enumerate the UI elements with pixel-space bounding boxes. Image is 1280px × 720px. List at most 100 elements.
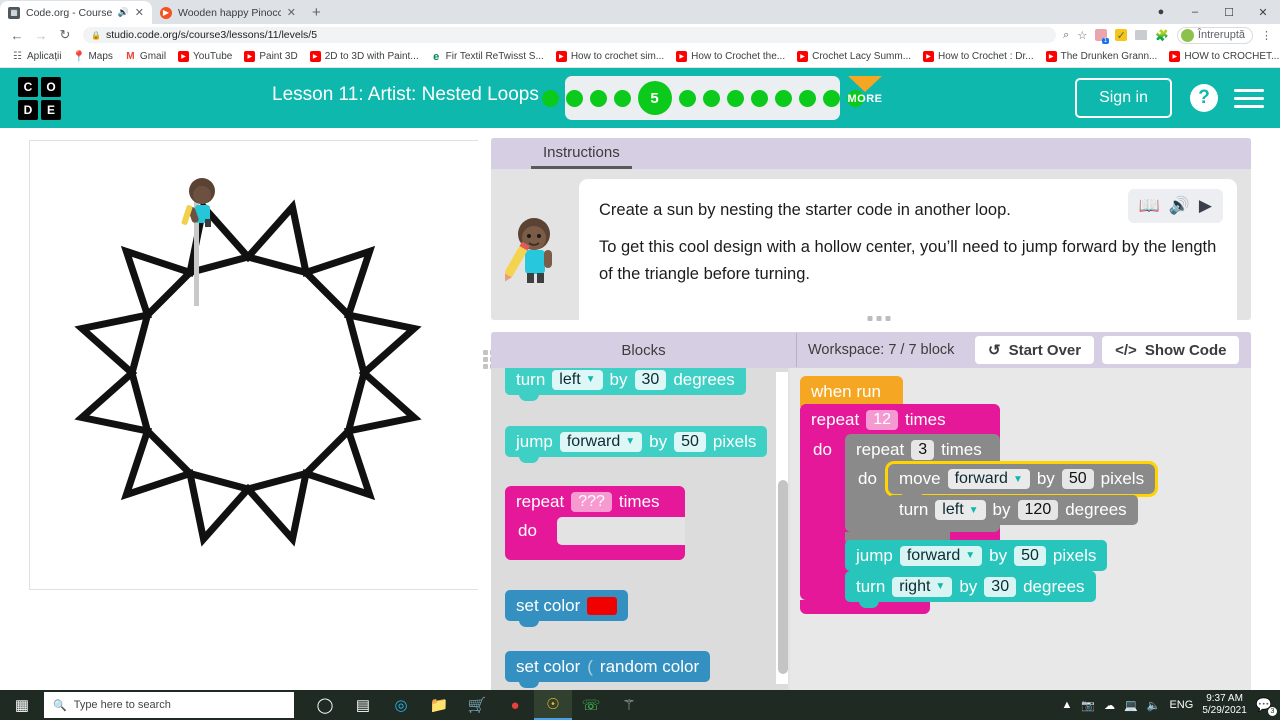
unknown-app-icon[interactable]: ⚚ — [610, 690, 648, 720]
field-repeat-count-inner[interactable]: 3 — [911, 439, 935, 460]
bookmark-item[interactable]: ☷ Aplicații — [6, 51, 67, 62]
browser-tab-inactive[interactable]: ▶ Wooden happy Pinocchio | Maria ✕ — [152, 1, 304, 24]
task-view-icon[interactable]: ▤ — [344, 690, 382, 720]
field-degrees[interactable]: 30 — [634, 369, 667, 390]
windows-start-icon[interactable]: ▦ — [0, 696, 44, 714]
bookmark-item[interactable]: HOW to CROCHET... — [1163, 51, 1280, 62]
tab-instructions[interactable]: Instructions — [531, 144, 632, 169]
extension-icon-2[interactable]: ✓ — [1115, 29, 1128, 42]
chrome-icon[interactable]: ☉ — [534, 690, 572, 720]
bookmark-item[interactable]: How to Crochet : Dr... — [917, 51, 1040, 62]
opera-icon[interactable]: ● — [496, 690, 534, 720]
bookmark-item[interactable]: 2D to 3D with Paint... — [304, 51, 425, 62]
level-bubble-7[interactable] — [702, 89, 720, 107]
taskbar-clock[interactable]: 9:37 AM 5/29/2021 — [1202, 693, 1247, 718]
speaker-icon[interactable]: 🔊 — [1169, 196, 1190, 216]
palette-block-set-color-random[interactable]: set color ( random color — [505, 651, 711, 688]
palette-block-set-color[interactable]: set color — [505, 590, 629, 627]
profile-chip[interactable]: Întreruptă — [1176, 26, 1253, 44]
palette-scrollbar-thumb[interactable] — [778, 480, 788, 674]
bookmark-item[interactable]: 📍 Maps — [67, 51, 118, 63]
action-center-icon[interactable]: 💬 3 — [1256, 697, 1277, 716]
bookmark-star-icon[interactable]: ☆ — [1077, 29, 1087, 42]
level-bubble-1[interactable] — [541, 89, 559, 107]
start-over-button[interactable]: ↺ Start Over — [975, 336, 1095, 364]
show-code-button[interactable]: </> Show Code — [1102, 336, 1240, 364]
zoom-icon[interactable]: ⌕ — [1063, 29, 1069, 42]
field-pixels[interactable]: 50 — [1061, 469, 1094, 489]
artist-canvas[interactable] — [29, 140, 479, 590]
extension-icon-3[interactable] — [1135, 30, 1148, 40]
mute-icon[interactable]: 🔊 — [118, 7, 129, 18]
reload-icon[interactable]: ↻ — [54, 27, 76, 43]
dropdown-direction[interactable]: right ▼ — [892, 576, 953, 597]
palette-block-jump-forward[interactable]: jump forward ▼ by 50 pixels — [505, 426, 768, 463]
cortana-icon[interactable]: ◯ — [306, 690, 344, 720]
repeat-slot[interactable] — [557, 517, 685, 545]
color-swatch[interactable] — [587, 596, 618, 615]
level-bubble-3[interactable] — [589, 89, 607, 107]
field-pixels[interactable]: 50 — [674, 431, 706, 452]
block-move-forward[interactable]: move forward ▼ by 50 pixels — [884, 461, 1159, 500]
close-icon[interactable]: ✕ — [135, 6, 144, 19]
field-repeat-count-outer[interactable]: 12 — [866, 409, 898, 430]
level-bubble-current[interactable]: 5 — [637, 81, 672, 115]
microsoft-store-icon[interactable]: 🛒 — [458, 690, 496, 720]
field-degrees[interactable]: 30 — [984, 576, 1017, 597]
level-bubble-2[interactable] — [565, 89, 583, 107]
edge-icon[interactable]: ◎ — [382, 690, 420, 720]
level-bubble-6[interactable] — [678, 89, 696, 107]
maximize-button[interactable]: ☐ — [1212, 6, 1246, 19]
field-pixels[interactable]: 50 — [1014, 545, 1046, 566]
bookmark-item[interactable]: YouTube — [172, 51, 238, 62]
palette-block-repeat[interactable]: repeat ??? times do — [505, 486, 685, 560]
level-bubble-11[interactable] — [798, 89, 816, 107]
volume-icon[interactable]: 🔈 — [1147, 699, 1161, 712]
palette-block-turn-left[interactable]: turn left ▼ by 30 degrees — [505, 368, 746, 401]
onedrive-icon[interactable]: ☁ — [1104, 699, 1115, 712]
block-turn-right[interactable]: turn right ▼ by 30 degrees — [845, 571, 1096, 608]
profile-dot-icon[interactable]: ● — [1144, 6, 1178, 18]
address-bar[interactable]: 🔒 studio.code.org/s/course3/lessons/11/l… — [83, 27, 1057, 43]
level-bubble-8[interactable] — [726, 89, 744, 107]
dropdown-direction[interactable]: left ▼ — [935, 500, 986, 520]
dropdown-direction[interactable]: forward ▼ — [947, 469, 1030, 489]
block-jump-forward[interactable]: jump forward ▼ by 50 pixels — [845, 540, 1108, 577]
network-icon[interactable]: 💻 — [1124, 699, 1138, 712]
dropdown-direction[interactable]: forward ▼ — [899, 545, 983, 566]
play-icon[interactable]: ▶ — [1199, 196, 1212, 216]
level-bubble-9[interactable] — [750, 89, 768, 107]
read-aloud-icon[interactable]: 📖 — [1139, 196, 1160, 216]
block-turn-left[interactable]: turn left ▼ by 120 degrees — [888, 495, 1138, 531]
bookmark-item[interactable]: Crochet Lacy Summ... — [791, 51, 917, 62]
bookmark-item[interactable]: e Fir Textil ReTwisst S... — [425, 51, 550, 63]
program-workspace[interactable]: when run repeat 12 times do repeat 3 tim… — [790, 368, 1251, 690]
close-icon[interactable]: ✕ — [287, 6, 296, 19]
bookmark-item[interactable]: The Drunken Grann... — [1040, 51, 1164, 62]
bookmark-item[interactable]: Paint 3D — [238, 51, 303, 62]
minimize-button[interactable]: – — [1178, 6, 1212, 18]
whatsapp-icon[interactable]: ☏ — [572, 690, 610, 720]
bookmark-item[interactable]: M Gmail — [119, 51, 172, 62]
dropdown-direction[interactable]: left ▼ — [552, 369, 603, 390]
field-degrees[interactable]: 120 — [1017, 500, 1059, 520]
level-bubble-4[interactable] — [613, 89, 631, 107]
chrome-menu-icon[interactable]: ⋮ — [1261, 29, 1272, 42]
new-tab-button[interactable]: + — [304, 1, 329, 24]
close-window-button[interactable]: ✕ — [1246, 6, 1280, 19]
more-levels-button[interactable]: MORE — [845, 76, 885, 105]
file-explorer-icon[interactable]: 📁 — [420, 690, 458, 720]
codeorg-logo[interactable]: C O D E — [18, 76, 61, 120]
panel-resize-dots-icon[interactable] — [867, 316, 891, 321]
level-bubble-10[interactable] — [774, 89, 792, 107]
language-indicator[interactable]: ENG — [1169, 699, 1193, 711]
taskbar-search-input[interactable]: 🔍 Type here to search — [44, 692, 294, 718]
dropdown-direction[interactable]: forward ▼ — [559, 431, 643, 452]
field-repeat-count[interactable]: ??? — [571, 491, 612, 512]
block-when-run[interactable]: when run — [800, 376, 903, 413]
question-mark-icon[interactable]: ? — [1190, 84, 1218, 112]
sign-in-button[interactable]: Sign in — [1075, 78, 1172, 118]
back-icon[interactable]: ← — [6, 28, 28, 43]
webcam-icon[interactable]: 📷 — [1081, 699, 1095, 712]
browser-tab-active[interactable]: ▦ Code.org - Course 3: Artist: N 🔊 ✕ — [0, 1, 152, 24]
